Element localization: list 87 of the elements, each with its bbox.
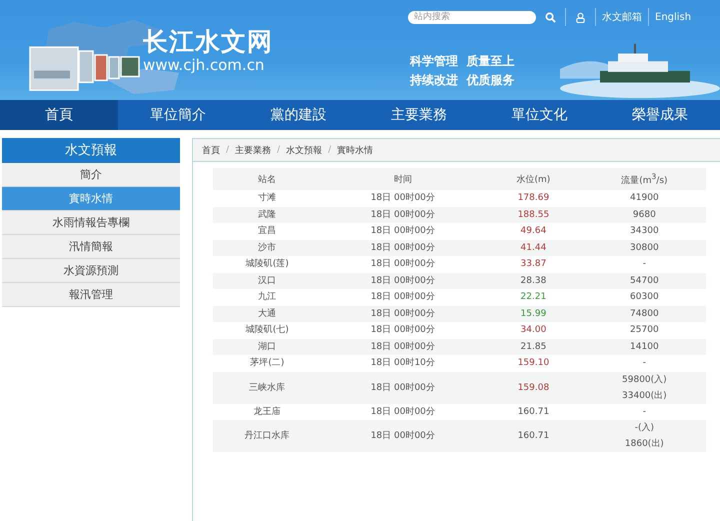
- station-cell: 茅坪(二): [213, 355, 322, 372]
- flow-value: 9680: [632, 208, 657, 222]
- sidebar-item[interactable]: 汛情簡報: [2, 235, 180, 259]
- column-header: 水位(m): [484, 168, 583, 190]
- column-header: 站名: [213, 168, 322, 190]
- flow-value: 14100: [629, 340, 660, 354]
- time-cell: 18日 00时00分: [321, 240, 484, 256]
- search-field[interactable]: 站内搜索: [408, 10, 536, 24]
- flow-value: 54700: [629, 274, 660, 288]
- station-cell: 三峡水库: [213, 372, 322, 404]
- time-cell: 18日 00时00分: [321, 223, 484, 240]
- station-cell: 龙王庙: [213, 404, 322, 420]
- time-cell: 18日 00时00分: [321, 190, 484, 206]
- site-title: 长江水文网: [143, 28, 273, 56]
- breadcrumb-separator: /: [277, 145, 280, 155]
- sidebar-item[interactable]: 報汛管理: [2, 283, 180, 307]
- water-level-cell: 159.10: [484, 355, 583, 372]
- site-url: www.cjh.com.cn: [143, 56, 266, 74]
- breadcrumb-separator: /: [328, 145, 332, 155]
- station-cell: 丹江口水库: [213, 420, 322, 452]
- station-cell: 沙市: [213, 240, 322, 256]
- column-header: 时间: [321, 168, 484, 190]
- water-level-cell: 188.55: [484, 206, 583, 223]
- time-cell: 18日 00时00分: [321, 206, 484, 223]
- nav-tab[interactable]: 主要業務: [358, 100, 480, 130]
- search-icon[interactable]: [545, 12, 556, 22]
- flow-value: 34300: [629, 225, 660, 238]
- station-cell: 九江: [213, 289, 322, 306]
- water-level-cell: 178.69: [484, 190, 583, 206]
- flow-value: 33400(出): [621, 390, 668, 402]
- time-cell: 18日 00时00分: [321, 256, 484, 272]
- time-cell: 18日 00时00分: [321, 306, 484, 322]
- water-level-cell: 28.38: [484, 272, 583, 289]
- water-level-cell: 41.44: [484, 240, 583, 256]
- water-level-cell: 49.64: [484, 223, 583, 240]
- breadcrumb-link[interactable]: 實時水情: [337, 144, 374, 156]
- nav-tab[interactable]: 單位簡介: [118, 100, 238, 130]
- flow-value: -: [642, 406, 647, 419]
- slogan-text: 持续改进 优质服务: [410, 72, 514, 89]
- nav-tab[interactable]: 首頁: [0, 100, 118, 130]
- water-level-cell: 15.99: [484, 306, 583, 322]
- time-cell: 18日 00时00分: [321, 404, 484, 420]
- flow-value: 59800(入): [621, 374, 668, 386]
- breadcrumb-link[interactable]: 主要業務: [235, 144, 272, 156]
- flow-value: -: [642, 357, 647, 370]
- water-level-cell: 33.87: [484, 256, 583, 272]
- time-cell: 18日 00时10分: [321, 355, 484, 372]
- breadcrumb-link[interactable]: 首頁: [202, 144, 220, 156]
- time-cell: 18日 00时00分: [321, 289, 484, 306]
- user-icon[interactable]: [575, 12, 586, 22]
- water-level-cell: 21.85: [484, 338, 583, 355]
- water-level-cell: 160.71: [484, 420, 583, 452]
- station-cell: 湖口: [213, 338, 322, 355]
- water-level-cell: 159.08: [484, 372, 583, 404]
- water-level-cell: 22.21: [484, 289, 583, 306]
- breadcrumb-separator: /: [226, 145, 230, 155]
- sidebar-heading: 水文預報: [2, 138, 180, 163]
- flow-value: 74800: [629, 308, 660, 321]
- flow-value: 60300: [629, 291, 660, 304]
- time-cell: 18日 00时00分: [321, 272, 484, 289]
- sidebar-item[interactable]: 水雨情報告專欄: [2, 211, 180, 235]
- flow-value: 30800: [629, 242, 660, 255]
- column-header: 流量(m$^{3}$/s): [582, 168, 706, 190]
- time-cell: 18日 00时00分: [321, 420, 484, 452]
- station-cell: 城陵矶(七): [213, 322, 322, 338]
- station-cell: 武隆: [213, 206, 322, 223]
- station-cell: 汉口: [213, 272, 322, 289]
- time-cell: 18日 00时00分: [321, 322, 484, 338]
- flow-value: 1860(出): [624, 438, 665, 451]
- station-cell: 寸滩: [213, 190, 322, 206]
- water-level-cell: 160.71: [484, 404, 583, 420]
- station-cell: 大通: [213, 306, 322, 322]
- nav-tab[interactable]: 榮譽成果: [600, 100, 720, 130]
- flow-value: -(入): [634, 422, 655, 435]
- time-cell: 18日 00时00分: [321, 338, 484, 355]
- time-cell: 18日 00时00分: [321, 372, 484, 404]
- flow-value: 25700: [629, 324, 660, 338]
- flow-value: 41900: [629, 192, 660, 206]
- slogan-text: 科学管理 质量至上: [410, 53, 514, 70]
- station-cell: 宜昌: [213, 223, 322, 240]
- flow-value: -: [642, 258, 647, 272]
- water-level-cell: 34.00: [484, 322, 583, 338]
- sidebar-item[interactable]: 水資源預測: [2, 259, 180, 283]
- station-cell: 城陵矶(莲): [213, 256, 322, 272]
- nav-tab[interactable]: 單位文化: [479, 100, 600, 130]
- breadcrumb-link[interactable]: 水文預報: [286, 144, 322, 156]
- nav-tab[interactable]: 黨的建設: [238, 100, 359, 130]
